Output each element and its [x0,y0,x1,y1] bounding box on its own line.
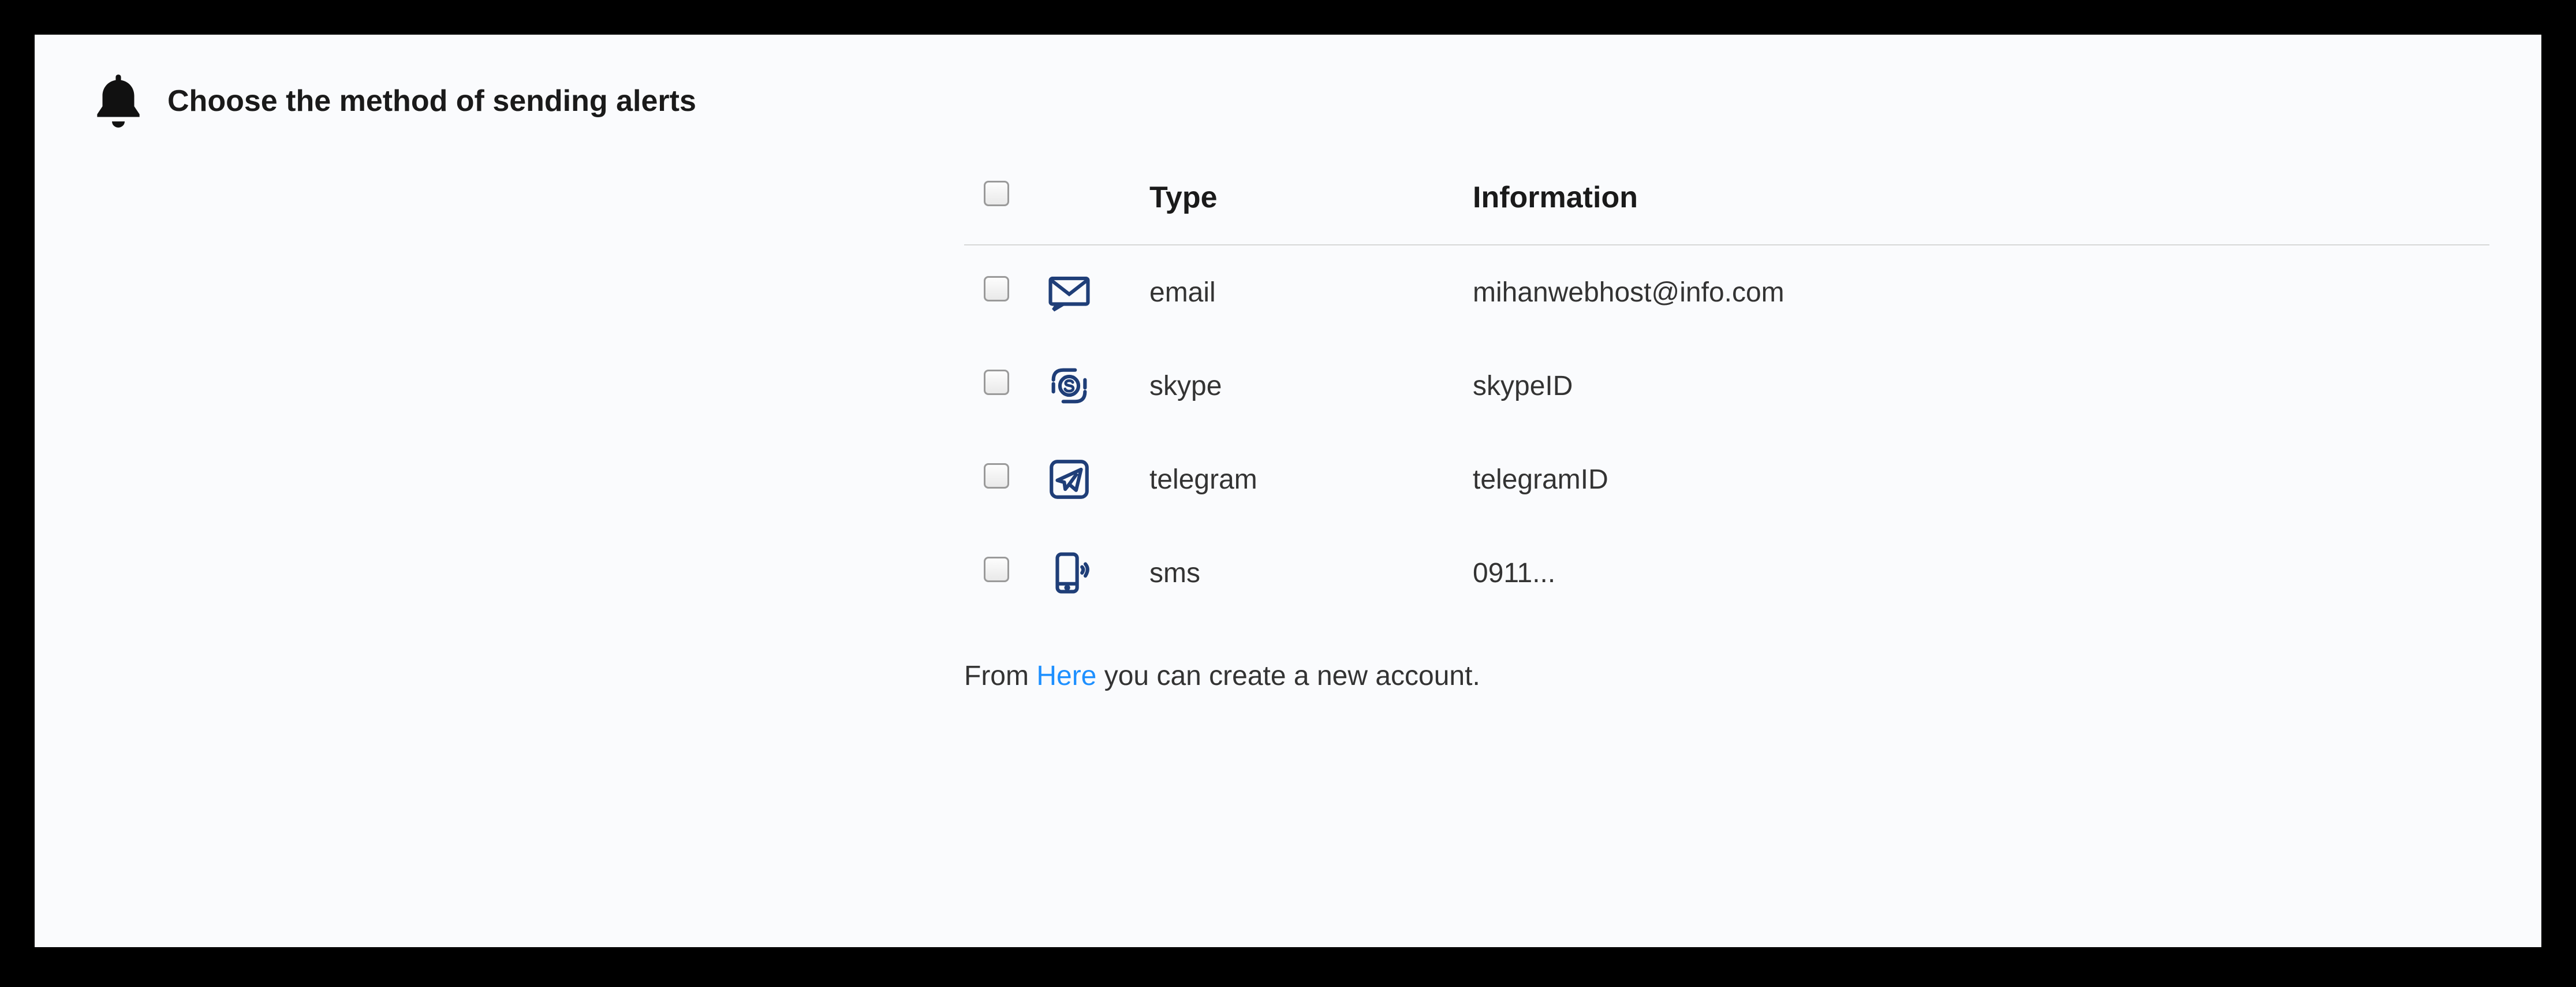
telegram-icon [1046,456,1093,503]
create-account-link[interactable]: Here [1036,661,1096,691]
outer-frame: Choose the method of sending alerts Type… [0,0,2576,982]
row-checkbox-telegram[interactable] [984,463,1009,489]
row-info: 0911... [1455,526,2489,620]
header-select-all [964,167,1028,245]
alerts-table: Type Information [964,167,2489,620]
row-checkbox-skype[interactable] [984,370,1009,395]
footer-suffix: you can create a new account. [1096,661,1480,691]
alerts-table-wrap: Type Information [964,167,2489,692]
sms-icon [1046,549,1093,597]
email-icon [1046,269,1093,316]
panel-heading: Choose the method of sending alerts [87,69,2489,133]
header-information: Information [1455,167,2489,245]
select-all-checkbox[interactable] [984,181,1009,206]
row-type: skype [1132,339,1455,433]
table-row: email mihanwebhost@info.com [964,245,2489,339]
row-type: sms [1132,526,1455,620]
panel-heading-text: Choose the method of sending alerts [167,84,696,118]
row-checkbox-sms[interactable] [984,557,1009,582]
header-type: Type [1132,167,1455,245]
skype-icon [1046,362,1093,409]
row-type: telegram [1132,433,1455,526]
table-row: telegram telegramID [964,433,2489,526]
alerts-panel: Choose the method of sending alerts Type… [35,35,2541,947]
table-row: sms 0911... [964,526,2489,620]
row-info: skypeID [1455,339,2489,433]
row-type: email [1132,245,1455,339]
row-info: telegramID [1455,433,2489,526]
row-info: mihanwebhost@info.com [1455,245,2489,339]
footer-prefix: From [964,661,1036,691]
table-header-row: Type Information [964,167,2489,245]
bell-icon [87,69,150,133]
footer-text: From Here you can create a new account. [964,660,2489,692]
table-row: skype skypeID [964,339,2489,433]
row-checkbox-email[interactable] [984,276,1009,301]
header-icon [1028,167,1132,245]
